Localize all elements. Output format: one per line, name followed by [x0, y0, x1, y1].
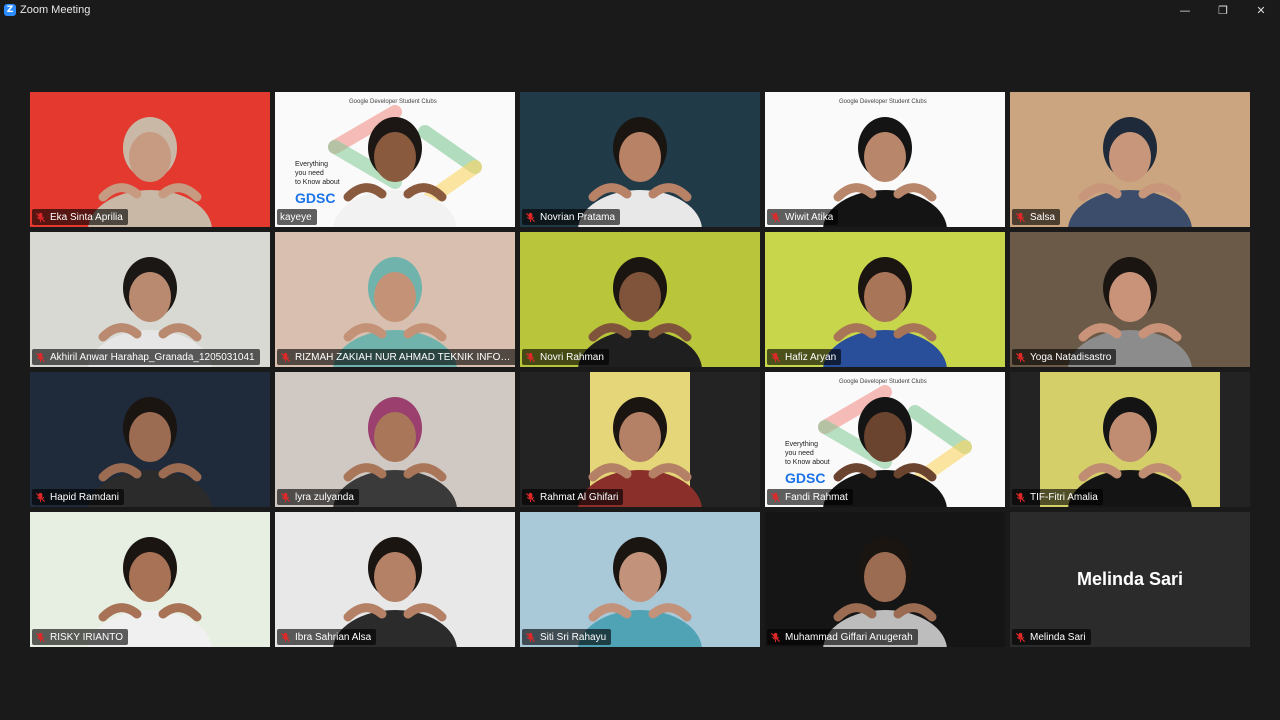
- participant-name-tag: Wiwit Atika: [767, 209, 839, 225]
- participant-name-tag: lyra zulyanda: [277, 489, 359, 505]
- participant-tile[interactable]: RIZMAH ZAKIAH NUR AHMAD TEKNIK INFORMATI…: [275, 232, 515, 367]
- participant-name-tag: Melinda Sari: [1012, 629, 1091, 645]
- participant-name-tag: Fandi Rahmat: [767, 489, 853, 505]
- participant-name: Eka Sinta Aprilia: [50, 211, 123, 223]
- muted-microphone-icon: [280, 492, 291, 502]
- close-button[interactable]: ✕: [1242, 0, 1280, 20]
- participant-name: Ibra Sahrian Alsa: [295, 631, 372, 643]
- participant-name: Yoga Natadisastro: [1030, 351, 1112, 363]
- muted-microphone-icon: [770, 212, 781, 222]
- muted-microphone-icon: [1015, 212, 1026, 222]
- participant-name: kayeye: [280, 211, 312, 223]
- participant-tile[interactable]: Hafiz Aryan: [765, 232, 1005, 367]
- participant-name: Wiwit Atika: [785, 211, 834, 223]
- title-bar: Z Zoom Meeting — ❐ ✕: [0, 0, 1280, 20]
- participant-name-display: Melinda Sari: [1076, 569, 1184, 589]
- window-title: Zoom Meeting: [20, 4, 91, 16]
- participant-tile[interactable]: Novrian Pratama: [520, 92, 760, 227]
- participant-name: lyra zulyanda: [295, 491, 354, 503]
- participant-name-tag: Novrian Pratama: [522, 209, 621, 225]
- window-controls: — ❐ ✕: [1166, 0, 1280, 20]
- muted-microphone-icon: [1015, 352, 1026, 362]
- participant-name: Novrian Pratama: [540, 211, 616, 223]
- participant-name: Novri Rahman: [540, 351, 604, 363]
- participant-name: Rahmat Al Ghifari: [540, 491, 619, 503]
- participant-name: Siti Sri Rahayu: [540, 631, 607, 643]
- participant-name: Hapid Ramdani: [50, 491, 119, 503]
- muted-microphone-icon: [770, 492, 781, 502]
- participant-tile[interactable]: Siti Sri Rahayu: [520, 512, 760, 647]
- muted-microphone-icon: [525, 212, 536, 222]
- participant-tile[interactable]: Muhammad Giffari Anugerah: [765, 512, 1005, 647]
- participant-name: RISKY IRIANTO: [50, 631, 123, 643]
- participant-tile[interactable]: Google Developer Student Clubs Everything…: [275, 92, 515, 227]
- restore-button[interactable]: ❐: [1204, 0, 1242, 20]
- participant-name-tag: Hapid Ramdani: [32, 489, 124, 505]
- participant-name: Fandi Rahmat: [785, 491, 848, 503]
- participant-tile[interactable]: TIF-Fitri Amalia: [1010, 372, 1250, 507]
- participant-name: TIF-Fitri Amalia: [1030, 491, 1098, 503]
- participant-video-figure: [1068, 117, 1192, 227]
- participant-name-tag: TIF-Fitri Amalia: [1012, 489, 1103, 505]
- muted-microphone-icon: [525, 492, 536, 502]
- participant-tile[interactable]: Novri Rahman: [520, 232, 760, 367]
- muted-microphone-icon: [525, 352, 536, 362]
- participant-name: Salsa: [1030, 211, 1056, 223]
- participant-name-tag: RISKY IRIANTO: [32, 629, 128, 645]
- muted-microphone-icon: [280, 632, 291, 642]
- participant-tile[interactable]: Google Developer Student Clubs Everything…: [765, 372, 1005, 507]
- participant-name: RIZMAH ZAKIAH NUR AHMAD TEKNIK INFORMATI…: [295, 351, 512, 363]
- participant-name-tag: Muhammad Giffari Anugerah: [767, 629, 918, 645]
- participant-tile[interactable]: Google Developer Student Clubs Wiwit Atik…: [765, 92, 1005, 227]
- zoom-logo-icon: Z: [4, 4, 16, 16]
- participant-tile[interactable]: Rahmat Al Ghifari: [520, 372, 760, 507]
- participant-tile[interactable]: Akhiril Anwar Harahap_Granada_1205031041: [30, 232, 270, 367]
- participant-name: Melinda Sari: [1030, 631, 1086, 643]
- participant-name-tag: Hafiz Aryan: [767, 349, 842, 365]
- muted-microphone-icon: [35, 212, 46, 222]
- participant-tile[interactable]: Yoga Natadisastro: [1010, 232, 1250, 367]
- participant-name-tag: Yoga Natadisastro: [1012, 349, 1117, 365]
- participant-tile[interactable]: Melinda Sari Melinda Sari: [1010, 512, 1250, 647]
- muted-microphone-icon: [770, 632, 781, 642]
- participant-video-figure: [333, 117, 457, 227]
- muted-microphone-icon: [770, 352, 781, 362]
- muted-microphone-icon: [280, 352, 291, 362]
- participant-tile[interactable]: Hapid Ramdani: [30, 372, 270, 507]
- muted-microphone-icon: [525, 632, 536, 642]
- participant-name-tag: Eka Sinta Aprilia: [32, 209, 128, 225]
- muted-microphone-icon: [35, 632, 46, 642]
- participant-tile[interactable]: Salsa: [1010, 92, 1250, 227]
- participant-name-tag: Akhiril Anwar Harahap_Granada_1205031041: [32, 349, 260, 365]
- participant-name-tag: RIZMAH ZAKIAH NUR AHMAD TEKNIK INFORMATI…: [277, 349, 515, 365]
- participant-tile[interactable]: RISKY IRIANTO: [30, 512, 270, 647]
- muted-microphone-icon: [35, 352, 46, 362]
- muted-microphone-icon: [1015, 492, 1026, 502]
- participant-name-tag: Salsa: [1012, 209, 1061, 225]
- participant-tile[interactable]: Eka Sinta Aprilia: [30, 92, 270, 227]
- participant-name-tag: Ibra Sahrian Alsa: [277, 629, 377, 645]
- participant-tile[interactable]: lyra zulyanda: [275, 372, 515, 507]
- participant-name: Akhiril Anwar Harahap_Granada_1205031041: [50, 351, 255, 363]
- participant-name: Muhammad Giffari Anugerah: [785, 631, 913, 643]
- minimize-button[interactable]: —: [1166, 0, 1204, 20]
- participant-name-tag: Rahmat Al Ghifari: [522, 489, 624, 505]
- participant-name-tag: Novri Rahman: [522, 349, 609, 365]
- muted-microphone-icon: [35, 492, 46, 502]
- participant-name-tag: kayeye: [277, 209, 317, 225]
- muted-microphone-icon: [1015, 632, 1026, 642]
- participant-tile[interactable]: Ibra Sahrian Alsa: [275, 512, 515, 647]
- participant-name: Hafiz Aryan: [785, 351, 837, 363]
- participant-name-tag: Siti Sri Rahayu: [522, 629, 612, 645]
